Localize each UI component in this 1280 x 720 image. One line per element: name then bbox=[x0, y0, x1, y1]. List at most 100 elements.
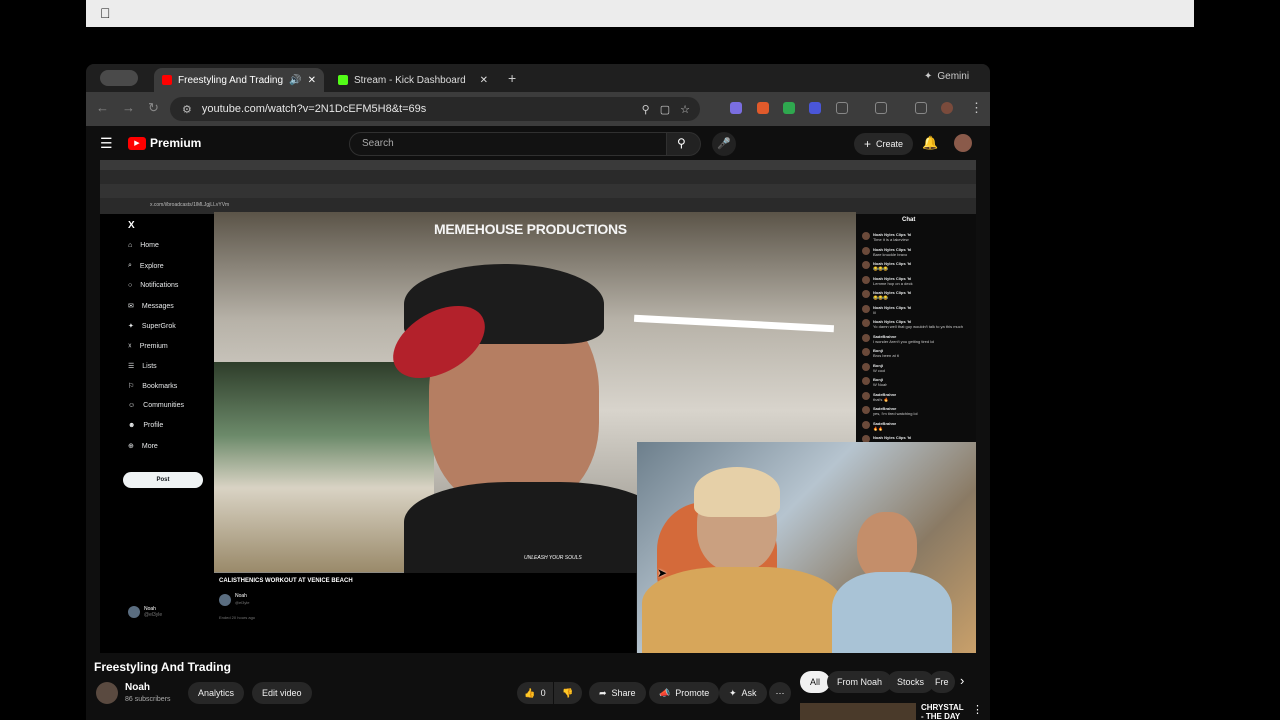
chevron-right-icon[interactable]: › bbox=[960, 673, 964, 688]
analytics-button[interactable]: Analytics bbox=[188, 682, 245, 704]
tab-kick-dashboard[interactable]: Stream - Kick Dashboard ✕ bbox=[330, 68, 496, 92]
chat-author: Noah Nyles Clips 'hl bbox=[873, 435, 912, 440]
chip-fre[interactable]: Fre bbox=[929, 671, 955, 693]
ceiling-light bbox=[633, 314, 835, 333]
avatar[interactable] bbox=[954, 134, 972, 152]
chat-text: W cool bbox=[873, 367, 886, 373]
chat-text: lil bbox=[873, 309, 876, 315]
sidebar-video-title[interactable]: CHRYSTAL - THE DAY bbox=[921, 703, 964, 720]
address-bar[interactable]: ⚙ youtube.com/watch?v=2N1DcEFM5H8&t=69s … bbox=[170, 97, 700, 121]
inner-tab-strip bbox=[100, 184, 976, 198]
gemini-button[interactable]: ✦ Gemini bbox=[924, 71, 969, 82]
chip-all[interactable]: All bbox=[800, 671, 831, 693]
dislike-button[interactable]: 👎 bbox=[554, 682, 582, 704]
voice-search-button[interactable]: 🎤 bbox=[712, 132, 736, 156]
search-button[interactable]: ⚲ bbox=[667, 132, 701, 156]
broadcast-user: Noah bbox=[235, 593, 247, 599]
sidepanel-icon[interactable] bbox=[875, 102, 887, 114]
logo-text: Premium bbox=[150, 136, 202, 150]
avatar bbox=[862, 406, 870, 414]
title-line: - THE DAY bbox=[921, 712, 961, 720]
more-actions-button[interactable]: ⋯ bbox=[769, 682, 791, 704]
supergrok-icon: ✦ bbox=[128, 323, 134, 330]
beanie bbox=[694, 467, 780, 517]
extensions-puzzle-icon[interactable] bbox=[836, 102, 848, 114]
menu-hamburger-icon[interactable]: ☰ bbox=[100, 135, 113, 152]
cast-icon[interactable]: ▢ bbox=[660, 103, 670, 116]
notifications-bell-icon[interactable]: 🔔 bbox=[922, 135, 938, 151]
nav-item-supergrok[interactable]: ✦ SuperGrok bbox=[128, 322, 176, 331]
profile-avatar[interactable] bbox=[941, 102, 953, 114]
nav-item-explore[interactable]: ⌕ Explore bbox=[128, 262, 164, 270]
close-tab-icon[interactable]: ✕ bbox=[308, 75, 316, 86]
bookmark-star-icon[interactable]: ☆ bbox=[680, 103, 690, 116]
channel-name[interactable]: Noah bbox=[125, 682, 150, 693]
reading-list-icon[interactable] bbox=[915, 102, 927, 114]
apple-menu-icon[interactable]:  bbox=[100, 5, 111, 21]
nav-item-bookmarks[interactable]: ⚐ Bookmarks bbox=[128, 382, 177, 391]
post-button[interactable]: Post bbox=[123, 472, 203, 488]
share-button[interactable]: ➦ Share bbox=[589, 682, 646, 704]
premium-icon: ☓ bbox=[128, 343, 132, 350]
nav-item-communities[interactable]: ☺ Communities bbox=[128, 402, 184, 409]
back-icon[interactable]: ← bbox=[96, 100, 109, 115]
nav-item-more[interactable]: ⊕ More bbox=[128, 442, 158, 451]
chat-message: Noah Nyles Clips 'hl 😂😂😂 bbox=[862, 290, 972, 300]
chat-message: Bonji W cool bbox=[862, 362, 972, 373]
tab-freestyling[interactable]: Freestyling And Trading 🔊 ✕ bbox=[154, 68, 324, 92]
create-label: Create bbox=[876, 139, 904, 149]
nav-item-lists[interactable]: ☰ Lists bbox=[128, 362, 157, 371]
gemini-label: Gemini bbox=[937, 71, 970, 82]
plus-icon: + bbox=[864, 137, 872, 151]
nav-item-home[interactable]: ⌂ Home bbox=[128, 242, 159, 249]
sidebar-video-thumbnail[interactable] bbox=[800, 703, 916, 720]
new-tab-button[interactable]: + bbox=[508, 70, 516, 86]
edit-video-button[interactable]: Edit video bbox=[252, 682, 312, 704]
browser-menu-icon[interactable]: ⋮ bbox=[970, 100, 983, 116]
forward-icon[interactable]: → bbox=[122, 100, 135, 115]
extension-icon[interactable] bbox=[809, 102, 821, 114]
extension-icon[interactable] bbox=[783, 102, 795, 114]
zoom-icon[interactable]: ⚲ bbox=[642, 103, 650, 116]
nav-item-label: Messages bbox=[141, 302, 174, 310]
explore-icon: ⌕ bbox=[128, 262, 132, 269]
side-account[interactable]: Noah @el3yle bbox=[128, 606, 162, 618]
side-user-handle: @el3yle bbox=[144, 612, 163, 618]
channel-avatar[interactable] bbox=[96, 682, 118, 704]
search-input[interactable]: Search bbox=[349, 132, 667, 156]
broadcast-info: CALISTHENICS WORKOUT AT VENICE BEACH Noa… bbox=[214, 573, 636, 653]
messages-icon: ✉ bbox=[128, 303, 134, 310]
nav-item-profile[interactable]: ☻ Profile bbox=[128, 422, 163, 429]
tab-search-button[interactable] bbox=[100, 70, 138, 86]
nav-item-messages[interactable]: ✉ Messages bbox=[128, 302, 174, 311]
avatar bbox=[862, 333, 870, 342]
nav-item-notifications[interactable]: ○ Notifications bbox=[128, 282, 178, 289]
home-icon: ⌂ bbox=[128, 242, 133, 249]
reload-icon[interactable]: ↻ bbox=[148, 100, 159, 116]
chat-message: Noah Nyles Clips 'hl lil bbox=[862, 304, 972, 315]
url-text: youtube.com/watch?v=2N1DcEFM5H8&t=69s bbox=[201, 103, 427, 115]
nav-item-premium[interactable]: ☓ Premium bbox=[128, 342, 168, 351]
more-vert-icon[interactable]: ⋮ bbox=[972, 703, 983, 716]
promote-button[interactable]: 📣 Promote bbox=[649, 682, 720, 704]
broadcast-title: CALISTHENICS WORKOUT AT VENICE BEACH bbox=[219, 578, 353, 584]
ask-button[interactable]: ✦ Ask bbox=[719, 682, 767, 704]
video-player[interactable]: x.com/i/broadcasts/1lMLJgjLLvYVm X ⌂ Home… bbox=[100, 160, 976, 653]
speaker-icon[interactable]: 🔊 bbox=[289, 75, 301, 86]
lists-icon: ☰ bbox=[128, 363, 135, 370]
nav-item-label: Explore bbox=[139, 262, 164, 270]
chip-stocks[interactable]: Stocks bbox=[887, 671, 935, 693]
site-info-icon[interactable]: ⚙ bbox=[182, 103, 192, 116]
like-button[interactable]: 👍 0 bbox=[517, 682, 553, 704]
extension-icon[interactable] bbox=[730, 102, 742, 114]
create-button[interactable]: + Create bbox=[854, 133, 914, 155]
youtube-favicon-icon bbox=[162, 75, 172, 85]
youtube-logo[interactable]: ▶ Premium bbox=[128, 136, 201, 150]
close-tab-icon[interactable]: ✕ bbox=[480, 75, 488, 86]
chip-from-noah[interactable]: From Noah bbox=[827, 671, 893, 693]
chat-message: SadeBrahne 🔥🔥 bbox=[862, 420, 972, 431]
chat-message: Bonji W Noah bbox=[862, 377, 972, 387]
search-icon: ⚲ bbox=[677, 136, 686, 150]
extension-icon[interactable] bbox=[757, 102, 769, 114]
nav-item-label: More bbox=[141, 442, 158, 450]
